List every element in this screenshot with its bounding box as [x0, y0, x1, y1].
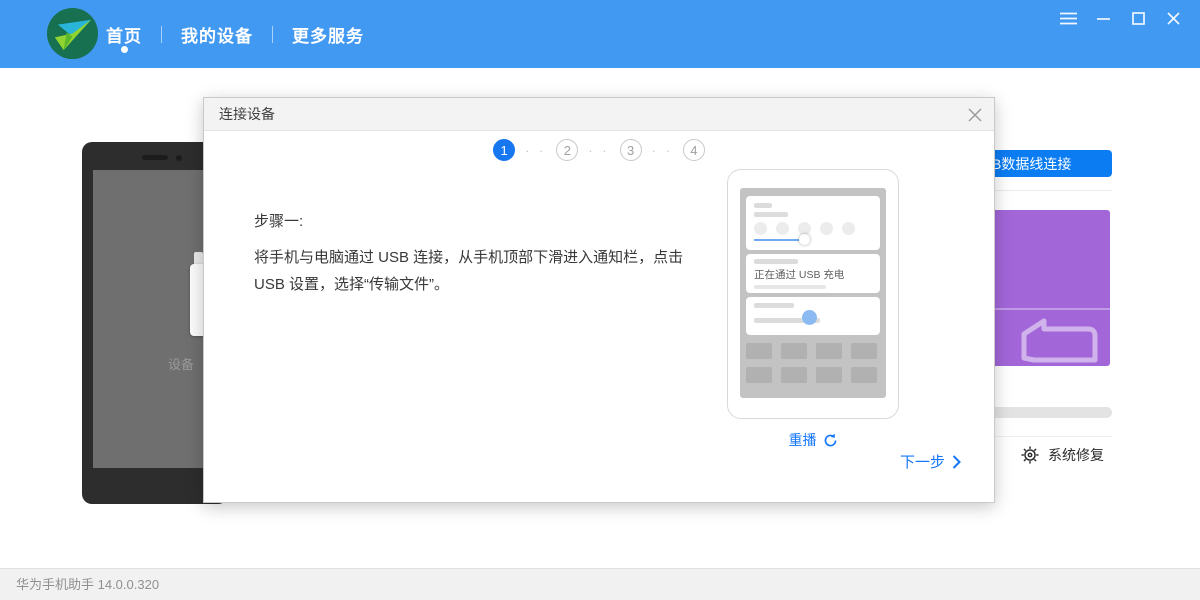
nav-item-my-devices-label: 我的设备: [181, 22, 253, 47]
minimize-icon[interactable]: [1094, 9, 1112, 27]
notification-toggle-card: [746, 297, 880, 335]
device-label: 设备: [168, 354, 194, 373]
phone-speaker: [142, 155, 168, 160]
nav-item-my-devices[interactable]: 我的设备: [181, 0, 253, 68]
next-step-label: 下一步: [900, 451, 945, 472]
nav-item-more-services[interactable]: 更多服务: [292, 0, 364, 68]
dialog-title: 连接设备: [219, 98, 275, 131]
maximize-icon[interactable]: [1129, 9, 1147, 27]
chevron-right-icon: [952, 455, 961, 469]
toggle-knob: [802, 310, 817, 325]
step-heading: 步骤一:: [254, 210, 303, 231]
usb-charging-text: 正在通过 USB 充电: [754, 267, 872, 282]
nav-divider: [161, 26, 162, 43]
menu-icon[interactable]: [1059, 9, 1077, 27]
window-controls: [1059, 9, 1182, 27]
placeholder-bar: [754, 203, 772, 208]
close-icon[interactable]: [1164, 9, 1182, 27]
main-nav: 首页 我的设备 更多服务: [106, 0, 364, 68]
tutorial-phone-screen: 正在通过 USB 充电: [740, 188, 886, 398]
slider-knob: [799, 234, 810, 245]
step-dots: · ·: [525, 143, 546, 158]
quick-settings-card: [746, 196, 880, 250]
connect-device-dialog: 连接设备 1 · · 2 · · 3 · · 4 步骤一: 将手机与电脑通过 U…: [203, 97, 995, 503]
placeholder-bar: [754, 285, 826, 289]
status-bar: 华为手机助手 14.0.0.320: [0, 568, 1200, 600]
video-camera-icon: [1018, 314, 1110, 364]
step-1-current: 1: [493, 139, 515, 161]
system-repair-button[interactable]: 系统修复: [1021, 445, 1104, 465]
active-nav-dot: [121, 46, 128, 53]
titlebar: 首页 我的设备 更多服务: [0, 0, 1200, 68]
app-version-text: 华为手机助手 14.0.0.320: [16, 569, 159, 600]
step-3: 3: [620, 139, 642, 161]
replay-refresh-icon: [823, 433, 838, 448]
dialog-close-icon[interactable]: [966, 106, 984, 124]
placeholder-bar: [754, 259, 798, 264]
system-repair-label: 系统修复: [1048, 445, 1104, 465]
replay-button[interactable]: 重播: [727, 430, 899, 450]
slider-track: [754, 239, 804, 241]
next-step-button[interactable]: 下一步: [900, 451, 961, 472]
phone-camera: [176, 155, 182, 161]
usb-charging-notification-card: 正在通过 USB 充电: [746, 254, 880, 293]
nav-divider: [272, 26, 273, 43]
step-instructions: 将手机与电脑通过 USB 连接，从手机顶部下滑进入通知栏，点击 USB 设置，选…: [254, 244, 709, 298]
step-4: 4: [683, 139, 705, 161]
nav-item-more-services-label: 更多服务: [292, 22, 364, 47]
step-indicator: 1 · · 2 · · 3 · · 4: [204, 139, 994, 161]
app-logo-icon: [46, 7, 99, 60]
gear-icon: [1021, 446, 1039, 464]
dialog-header: 连接设备: [204, 98, 994, 131]
replay-label: 重播: [789, 430, 817, 450]
brightness-slider: [754, 234, 872, 245]
placeholder-bar: [754, 303, 794, 308]
app-icon-grid: [746, 343, 880, 383]
nav-item-home[interactable]: 首页: [106, 0, 142, 68]
step-2: 2: [556, 139, 578, 161]
step-dots: · ·: [652, 143, 673, 158]
placeholder-bar: [754, 212, 788, 217]
tutorial-phone-illustration: 正在通过 USB 充电: [727, 169, 899, 419]
app-window: 首页 我的设备 更多服务: [0, 0, 1200, 600]
step-dots: · ·: [588, 143, 609, 158]
nav-item-home-label: 首页: [106, 22, 142, 47]
